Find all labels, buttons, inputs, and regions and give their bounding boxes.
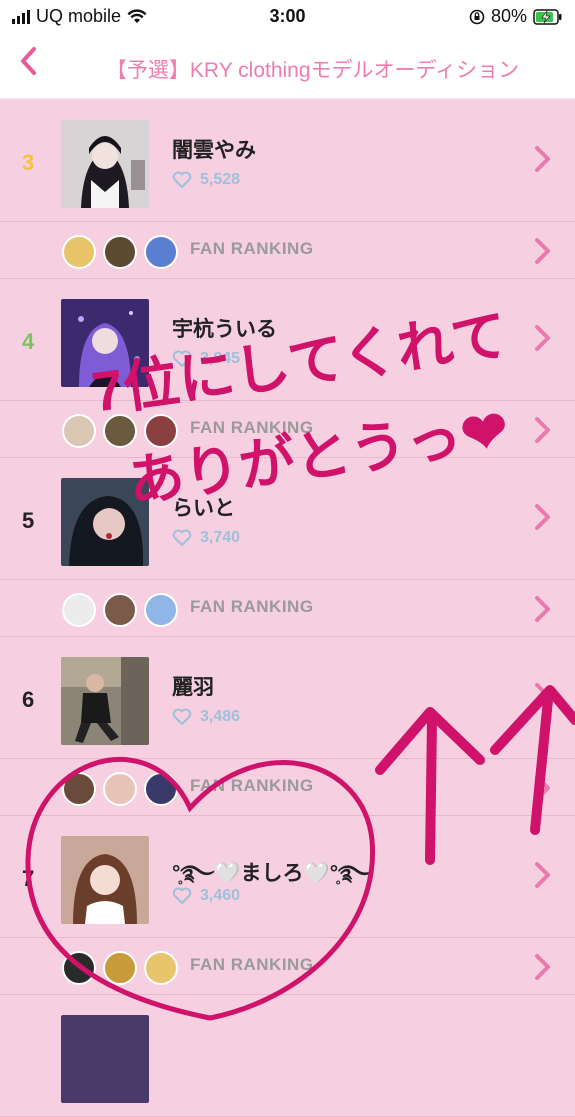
ranking-entry-partial[interactable] bbox=[0, 995, 575, 1117]
likes-count: 3,486 bbox=[172, 708, 240, 726]
fan-ranking-label: FAN RANKING bbox=[190, 955, 314, 974]
fan-ranking-row[interactable]: FAN RANKING bbox=[0, 222, 575, 279]
chevron-right-icon[interactable] bbox=[531, 773, 553, 803]
heart-outline-icon bbox=[172, 887, 192, 904]
entry-name: 闇雲やみ bbox=[172, 139, 256, 162]
fan-avatars bbox=[62, 772, 178, 806]
fan-ranking-label: FAN RANKING bbox=[190, 776, 314, 795]
likes-count: 5,528 bbox=[172, 171, 240, 189]
likes-count: 3,740 bbox=[172, 529, 240, 547]
likes-value: 3,740 bbox=[200, 529, 241, 546]
likes-value: 3,845 bbox=[200, 350, 241, 367]
chevron-right-icon[interactable] bbox=[531, 860, 553, 890]
fan-avatar bbox=[144, 951, 178, 985]
profile-photo[interactable] bbox=[61, 299, 149, 387]
fan-ranking-row[interactable]: FAN RANKING bbox=[0, 580, 575, 637]
ranking-entry[interactable]: 7 °̥࿐🤍ましろ🤍°̥࿐ 3,460 bbox=[0, 816, 575, 938]
page-title: 【予選】KRY clothingモデルオーディション bbox=[105, 59, 520, 82]
chevron-right-icon[interactable] bbox=[531, 323, 553, 353]
chevron-left-icon bbox=[21, 47, 36, 75]
entry-name: らいと bbox=[172, 497, 235, 520]
fan-avatar bbox=[103, 593, 137, 627]
fan-avatar bbox=[103, 772, 137, 806]
chevron-right-icon[interactable] bbox=[531, 681, 553, 711]
fan-avatars bbox=[62, 414, 178, 448]
fan-ranking-label: FAN RANKING bbox=[190, 418, 314, 437]
fan-avatar bbox=[62, 593, 96, 627]
rank-number: 6 bbox=[22, 687, 35, 712]
rank-number: 4 bbox=[22, 329, 35, 354]
profile-photo[interactable] bbox=[61, 478, 149, 566]
heart-outline-icon bbox=[172, 529, 192, 546]
fan-avatars bbox=[62, 235, 178, 269]
status-bar: UQ mobile 3:00 80% bbox=[0, 0, 575, 34]
nav-header: 【予選】KRY clothingモデルオーディション bbox=[0, 34, 575, 100]
fan-ranking-row[interactable]: FAN RANKING bbox=[0, 938, 575, 995]
profile-photo[interactable] bbox=[61, 1015, 149, 1103]
fan-avatar bbox=[62, 235, 96, 269]
chevron-right-icon[interactable] bbox=[531, 144, 553, 174]
likes-value: 3,486 bbox=[200, 708, 241, 725]
status-right: 80% bbox=[469, 6, 563, 27]
rank-number: 5 bbox=[22, 508, 35, 533]
fan-ranking-row[interactable]: FAN RANKING bbox=[0, 759, 575, 816]
ranking-list: 3 闇雲やみ 5,528 FAN RANKING 4 宇杭ういる 3,845 F… bbox=[0, 100, 575, 1117]
chevron-right-icon[interactable] bbox=[531, 415, 553, 445]
rank-number: 7 bbox=[22, 866, 35, 891]
fan-avatar bbox=[62, 414, 96, 448]
fan-ranking-row[interactable]: FAN RANKING bbox=[0, 401, 575, 458]
heart-outline-icon bbox=[172, 350, 192, 367]
fan-avatar bbox=[103, 951, 137, 985]
entry-name: 麗羽 bbox=[172, 676, 214, 699]
chevron-right-icon[interactable] bbox=[531, 594, 553, 624]
ranking-entry[interactable]: 5 らいと 3,740 bbox=[0, 458, 575, 580]
fan-avatar bbox=[144, 235, 178, 269]
ranking-entry[interactable]: 4 宇杭ういる 3,845 bbox=[0, 279, 575, 401]
profile-photo[interactable] bbox=[61, 120, 149, 208]
fan-ranking-label: FAN RANKING bbox=[190, 239, 314, 258]
fan-avatar bbox=[144, 772, 178, 806]
fan-avatars bbox=[62, 593, 178, 627]
likes-count: 3,845 bbox=[172, 350, 240, 368]
profile-photo[interactable] bbox=[61, 657, 149, 745]
battery-percent: 80% bbox=[490, 6, 527, 26]
rank-number: 3 bbox=[22, 150, 35, 175]
fan-avatar bbox=[62, 772, 96, 806]
rotation-lock-icon bbox=[469, 9, 485, 24]
heart-outline-icon bbox=[172, 171, 192, 188]
entry-name: 宇杭ういる bbox=[172, 318, 277, 341]
fan-avatars bbox=[62, 951, 178, 985]
ranking-entry[interactable]: 3 闇雲やみ 5,528 bbox=[0, 100, 575, 222]
likes-count: 3,460 bbox=[172, 887, 240, 905]
profile-photo[interactable] bbox=[61, 836, 149, 924]
fan-avatar bbox=[144, 414, 178, 448]
fan-ranking-label: FAN RANKING bbox=[190, 597, 314, 616]
battery-charging-icon bbox=[533, 8, 562, 25]
fan-avatar bbox=[103, 235, 137, 269]
chevron-right-icon[interactable] bbox=[531, 236, 553, 266]
fan-avatar bbox=[144, 593, 178, 627]
ranking-entry[interactable]: 6 麗羽 3,486 bbox=[0, 637, 575, 759]
heart-outline-icon bbox=[172, 708, 192, 725]
likes-value: 5,528 bbox=[200, 171, 241, 188]
back-button[interactable] bbox=[18, 46, 38, 82]
fan-avatar bbox=[103, 414, 137, 448]
likes-value: 3,460 bbox=[200, 887, 241, 904]
fan-avatar bbox=[62, 951, 96, 985]
chevron-right-icon[interactable] bbox=[531, 952, 553, 982]
chevron-right-icon[interactable] bbox=[531, 502, 553, 532]
